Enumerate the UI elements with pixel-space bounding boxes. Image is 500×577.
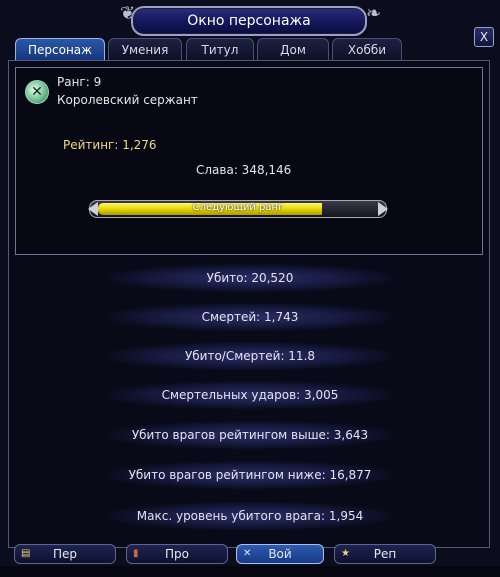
- bottom-tab-general[interactable]: ▤ Пер: [14, 544, 116, 564]
- close-button[interactable]: X: [474, 27, 494, 47]
- scroll-icon: ▮: [133, 548, 139, 559]
- bottom-tab-war[interactable]: ✕ Вой: [236, 544, 324, 564]
- rank-label: Ранг: 9: [57, 75, 102, 89]
- tab-hobby[interactable]: Хобби: [332, 38, 402, 61]
- tab-character[interactable]: Персонаж: [15, 38, 105, 61]
- bottom-tab-profession[interactable]: ▮ Про: [126, 544, 228, 564]
- window-title: Окно персонажа: [131, 6, 367, 36]
- tab-skills[interactable]: Умения: [108, 38, 182, 61]
- bottom-strip: [0, 566, 500, 577]
- fame-value: Слава: 348,146: [196, 163, 292, 177]
- bottom-tab-general-label: Пер: [52, 547, 78, 561]
- crossed-swords-icon: ✕: [243, 548, 252, 559]
- next-rank-progress-bar: Следующий ранг: [88, 200, 387, 218]
- bottom-tab-reputation-label: Реп: [373, 547, 397, 561]
- stat-deaths: Смертей: 1,743: [107, 303, 393, 331]
- stat-kill-death-ratio: Убито/Смертей: 11.8: [107, 342, 393, 370]
- progress-label: Следующий ранг: [192, 202, 284, 213]
- book-icon: ▤: [21, 548, 31, 559]
- bottom-tab-profession-label: Про: [165, 547, 189, 561]
- stat-kills-lower-rating: Убито врагов рейтингом ниже: 16,877: [107, 461, 393, 489]
- tab-title[interactable]: Титул: [186, 38, 254, 61]
- tab-house[interactable]: Дом: [257, 38, 329, 61]
- star-icon: ★: [341, 548, 350, 559]
- stat-kills-higher-rating: Убито врагов рейтингом выше: 3,643: [107, 421, 393, 449]
- rank-insignia-icon: ✕: [25, 80, 49, 104]
- stat-kills: Убито: 20,520: [107, 264, 393, 292]
- bottom-tab-war-label: Вой: [268, 547, 292, 561]
- stat-killing-blows: Смертельных ударов: 3,005: [107, 381, 393, 409]
- right-ornament-icon: ❧: [366, 3, 382, 24]
- stat-max-enemy-level: Макс. уровень убитого врага: 1,954: [107, 502, 393, 530]
- bottom-tab-reputation[interactable]: ★ Реп: [334, 544, 436, 564]
- rating-value: Рейтинг: 1,276: [63, 138, 157, 152]
- rank-title: Королевский сержант: [57, 93, 198, 107]
